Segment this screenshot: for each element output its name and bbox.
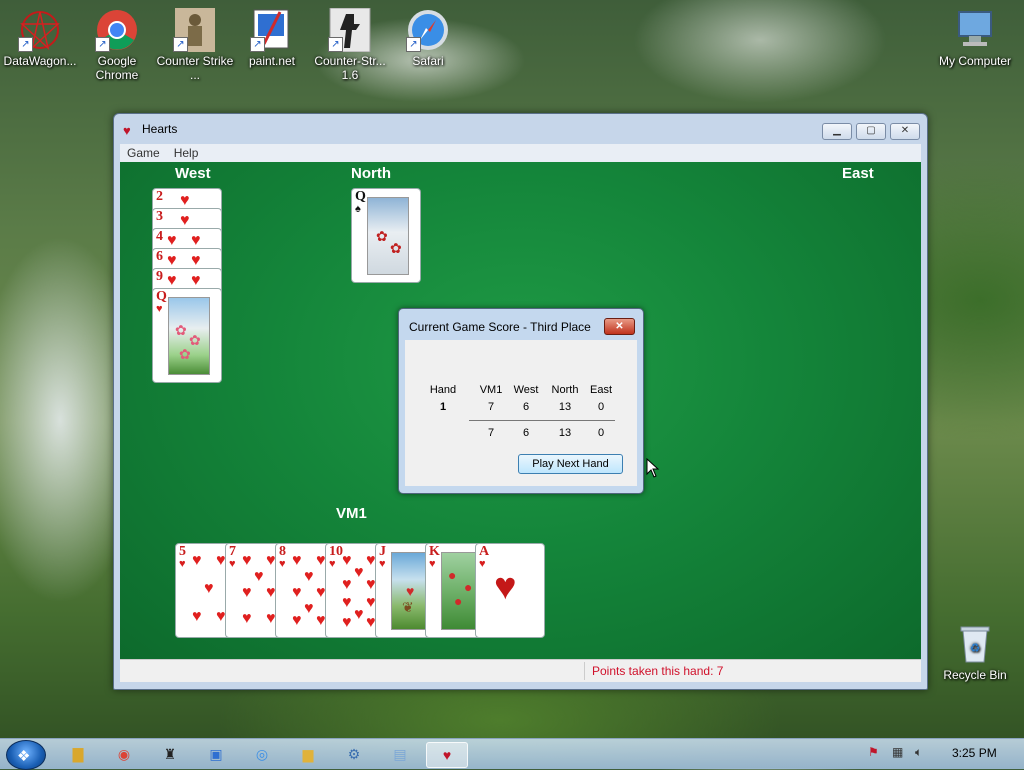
taskbar-chrome-icon[interactable]: ◉ — [104, 742, 144, 766]
desktop-icon-label: Recycle Bin — [943, 668, 1007, 682]
desktop-icon-datawagon[interactable]: ↗ DataWagon... — [0, 8, 80, 68]
dialog-title: Current Game Score - Third Place — [409, 320, 591, 334]
desktop-icon-label: Google Chrome — [95, 54, 139, 82]
desktop-icon-label: paint.net — [248, 54, 296, 68]
chrome-icon: ↗ — [95, 8, 139, 52]
score-header-east: East — [589, 384, 612, 396]
paintnet-icon: ↗ — [250, 8, 294, 52]
score-header-hand: Hand — [429, 384, 457, 396]
window-titlebar[interactable]: ♥ Hearts ▁ ▢ ✕ — [114, 114, 927, 144]
desktop-icon-recycle-bin[interactable]: ♻ Recycle Bin — [935, 622, 1015, 682]
desktop-icon-label: Counter-Str... 1.6 — [314, 54, 386, 82]
mouse-cursor-icon — [646, 458, 660, 478]
datawagon-icon: ↗ — [18, 8, 62, 52]
score-total-west: 6 — [522, 427, 530, 439]
card-queen-hearts: Q ♥ ✿ ✿ ✿ — [152, 288, 222, 383]
taskbar-safari-icon[interactable]: ◎ — [242, 742, 282, 766]
score-header-vm1: VM1 — [479, 384, 503, 396]
taskbar-hearts-icon[interactable]: ♥ — [426, 742, 468, 768]
menu-game[interactable]: Game — [120, 144, 167, 162]
svg-text:♻: ♻ — [970, 641, 981, 655]
windows-logo-icon: ❖ — [17, 748, 31, 765]
start-button[interactable]: ❖ — [6, 740, 46, 770]
taskbar-folder-icon[interactable]: ▆ — [288, 742, 328, 766]
desktop-icon-paintnet[interactable]: ↗ paint.net — [232, 8, 312, 68]
hearts-app-icon: ♥ — [123, 123, 131, 138]
score-hand-north: 13 — [558, 401, 572, 413]
hand-card-ace[interactable]: A ♥ ♥ — [475, 543, 545, 638]
menu-bar: Game Help — [120, 144, 921, 162]
score-divider — [469, 420, 615, 421]
taskbar-counter-strike-icon[interactable]: ♜ — [150, 742, 190, 766]
desktop-icon-label: DataWagon... — [3, 54, 77, 68]
taskbar-clock[interactable]: 3:25 PM — [952, 746, 997, 760]
score-hand-vm1: 7 — [487, 401, 495, 413]
recycle-bin-icon: ♻ — [953, 622, 997, 666]
taskbar-network-icon[interactable]: ⚙ — [334, 742, 374, 766]
desktop-icon-safari[interactable]: ↗ Safari — [388, 8, 468, 68]
player-north-label: North — [351, 165, 391, 182]
desktop-icon-label: Safari — [412, 54, 444, 68]
player-east-label: East — [842, 165, 874, 182]
score-hand-number: 1 — [439, 401, 447, 413]
taskbar-explorer-icon[interactable]: ▇ — [58, 742, 98, 766]
score-total-east: 0 — [597, 427, 605, 439]
taskbar-notepad-icon[interactable]: ▤ — [380, 742, 420, 766]
score-header-north: North — [551, 384, 579, 396]
play-next-hand-button[interactable]: Play Next Hand — [518, 454, 623, 474]
tray-network-icon[interactable]: ▦ — [892, 745, 903, 759]
desktop-icon-counter-strike-16[interactable]: ↗ Counter-Str... 1.6 — [310, 7, 390, 82]
menu-help[interactable]: Help — [167, 144, 206, 162]
player-west-label: West — [175, 165, 211, 182]
maximize-button[interactable]: ▢ — [856, 123, 886, 140]
counter-strike-16-icon: ↗ — [328, 7, 372, 53]
desktop-icon-counter-strike[interactable]: ↗ Counter Strike ... — [155, 8, 235, 82]
score-hand-west: 6 — [522, 401, 530, 413]
dialog-close-button[interactable]: ✕ — [604, 318, 635, 335]
desktop-icon-label: Counter Strike ... — [156, 54, 234, 82]
north-played-card: Q ♠ ✿ ✿ — [351, 188, 421, 283]
score-header-west: West — [513, 384, 539, 396]
desktop-icon-label: My Computer — [938, 54, 1012, 68]
tray-volume-icon[interactable]: 🔈︎ — [915, 745, 922, 760]
counter-strike-icon: ↗ — [173, 8, 217, 52]
window-title: Hearts — [142, 122, 178, 136]
desktop-icon-my-computer[interactable]: My Computer — [935, 8, 1015, 68]
score-hand-east: 0 — [597, 401, 605, 413]
points-status: Points taken this hand: 7 — [592, 664, 724, 678]
desktop-icon-chrome[interactable]: ↗ Google Chrome — [77, 8, 157, 82]
minimize-button[interactable]: ▁ — [822, 123, 852, 140]
status-bar: Points taken this hand: 7 — [120, 659, 921, 682]
score-total-north: 13 — [558, 427, 572, 439]
safari-icon: ↗ — [406, 8, 450, 52]
player-south-label: VM1 — [336, 505, 367, 522]
taskbar-paintnet-icon[interactable]: ▣ — [196, 742, 236, 766]
computer-icon — [953, 8, 997, 52]
close-button[interactable]: ✕ — [890, 123, 920, 140]
score-total-vm1: 7 — [487, 427, 495, 439]
tray-flag-icon[interactable]: ⚑ — [868, 745, 879, 759]
